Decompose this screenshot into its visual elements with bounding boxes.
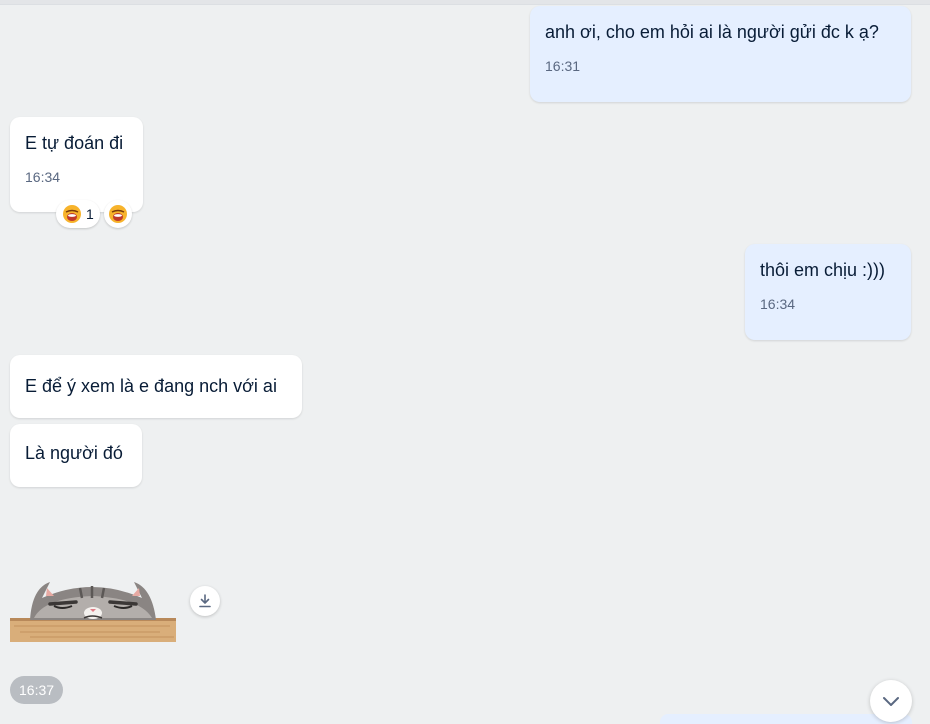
reaction-bar: 1 [56, 200, 132, 228]
message-bubble-received[interactable]: Là người đó [10, 424, 142, 487]
message-bubble-sent-partial [660, 714, 912, 724]
message-bubble-received[interactable]: E để ý xem là e đang nch với ai [10, 355, 302, 418]
add-reaction-button[interactable] [103, 200, 132, 228]
reaction-count: 1 [86, 206, 94, 222]
message-text: Là người đó [25, 443, 123, 463]
message-bubble-sent[interactable]: anh ơi, cho em hỏi ai là người gửi đc k … [530, 6, 911, 102]
cat-peeking-sticker[interactable] [10, 574, 176, 644]
reaction-summary[interactable]: 1 [56, 200, 100, 228]
message-text: E tự đoán đi [25, 133, 124, 153]
download-sticker-button[interactable] [190, 586, 220, 616]
message-bubble-sent[interactable]: thôi em chịu :))) 16:34 [745, 244, 911, 340]
message-text: anh ơi, cho em hỏi ai là người gửi đc k … [545, 22, 879, 42]
message-time: 16:34 [25, 169, 61, 185]
laughing-face-icon [108, 205, 127, 223]
scroll-to-bottom-button[interactable] [870, 680, 912, 722]
message-text: thôi em chịu :))) [760, 260, 886, 280]
download-icon [199, 594, 211, 608]
message-bubble-received[interactable]: E tự đoán đi 16:34 [10, 117, 143, 212]
message-time: 16:34 [760, 296, 796, 312]
laughing-face-icon [63, 205, 81, 223]
chevron-down-icon [883, 697, 899, 706]
message-time: 16:31 [545, 58, 581, 74]
sticker-time-badge: 16:37 [10, 676, 64, 704]
message-text: E để ý xem là e đang nch với ai [25, 376, 277, 396]
top-divider [0, 0, 930, 5]
